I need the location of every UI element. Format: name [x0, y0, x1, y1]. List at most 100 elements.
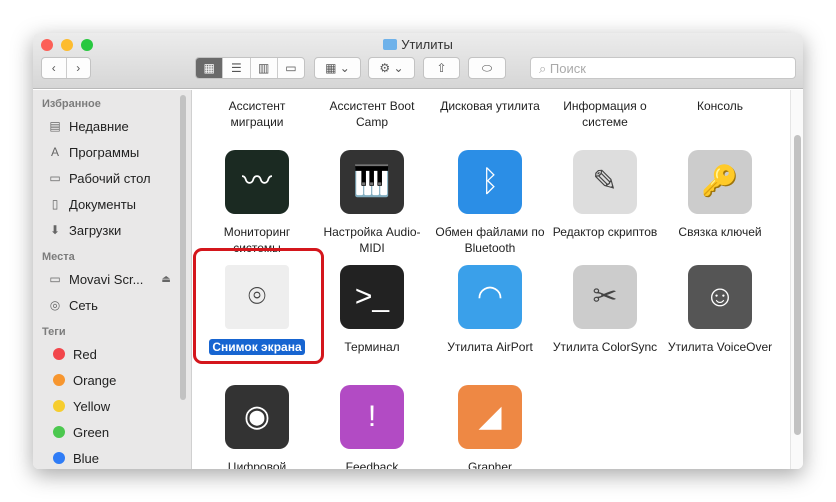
- file-label: Связка ключей: [678, 225, 762, 239]
- forward-button[interactable]: ›: [67, 58, 91, 78]
- activity-monitor-icon: 〰: [225, 150, 289, 214]
- file-label: Консоль: [696, 99, 744, 113]
- file-item[interactable]: ▤Информация о системе: [549, 90, 661, 130]
- network-icon: ◎: [49, 298, 61, 312]
- file-item[interactable]: ◠ Утилита AirPort: [434, 265, 546, 355]
- desktop-icon: ▭: [49, 171, 61, 185]
- feedback-icon: !: [340, 385, 404, 449]
- share-button[interactable]: ⇧: [423, 57, 460, 79]
- view-switcher: ▦ ☰ ▥ ▭: [195, 57, 305, 79]
- file-item[interactable]: ▮Консоль: [664, 90, 776, 114]
- file-item[interactable]: ▣Ассистент Boot Camp: [316, 90, 428, 130]
- file-label: Настройка Audio-MIDI: [323, 225, 421, 255]
- bluetooth-icon: ᛒ: [458, 150, 522, 214]
- label: Movavi Scr...: [69, 271, 144, 287]
- eject-icon[interactable]: ⏏: [161, 274, 170, 285]
- sidebar-tag-yellow[interactable]: Yellow: [33, 393, 191, 419]
- file-item[interactable]: 〰 Мониторинг системы: [201, 150, 313, 256]
- terminal-icon: >_: [340, 265, 404, 329]
- sidebar-item-disk[interactable]: ▭ Movavi Scr... ⏏: [33, 266, 191, 292]
- grapher-icon: ◢: [458, 385, 522, 449]
- file-item[interactable]: ᛒ Обмен файлами по Bluetooth: [434, 150, 546, 256]
- airport-icon: ◠: [458, 265, 522, 329]
- file-label: Дисковая утилита: [440, 99, 540, 113]
- highlight-frame: [193, 248, 324, 364]
- label: Green: [73, 424, 110, 440]
- tag-dot-icon: [53, 452, 65, 464]
- finder-window: Утилиты ‹ › ▦ ☰ ▥ ▭ ▦ ⌄ ⚙ ⌄ ⇧ ⬭ ⌕ Поиск Избр…: [33, 33, 803, 469]
- script-editor-icon: ✎: [573, 150, 637, 214]
- file-item[interactable]: ◢ Grapher: [434, 385, 546, 469]
- label: Blue: [73, 450, 100, 466]
- file-label: Утилита AirPort: [447, 340, 533, 354]
- label: Загрузки: [69, 222, 122, 238]
- sidebar-tag-blue[interactable]: Blue: [33, 445, 191, 469]
- nav-buttons: ‹ ›: [41, 57, 91, 79]
- file-label: Утилита VoiceOver: [667, 340, 773, 354]
- sidebar-item-recents[interactable]: ▤ Недавние: [33, 113, 191, 139]
- icon-view-button[interactable]: ▦: [196, 58, 224, 78]
- favorites-header: Избранное: [42, 98, 101, 110]
- sidebar-item-downloads[interactable]: ⬇ Загрузки: [33, 217, 191, 243]
- content-scrollbar[interactable]: [790, 90, 803, 469]
- sidebar: Избранное ▤ Недавние A Программы ▭ Рабочий …: [33, 90, 192, 469]
- sidebar-tag-green[interactable]: Green: [33, 419, 191, 445]
- label: Программы: [69, 144, 140, 160]
- file-label: Редактор скриптов: [552, 225, 658, 239]
- file-label: Ассистент миграции: [228, 99, 286, 129]
- gallery-view-button[interactable]: ▭: [278, 58, 304, 78]
- file-label: Grapher: [467, 460, 513, 469]
- label: Документы: [69, 196, 137, 212]
- sidebar-tag-orange[interactable]: Orange: [33, 367, 191, 393]
- file-item[interactable]: >_ Терминал: [316, 265, 428, 355]
- tag-dot-icon: [53, 400, 65, 412]
- file-item[interactable]: ◍Дисковая утилита: [434, 90, 546, 114]
- sidebar-item-documents[interactable]: ▯ Документы: [33, 191, 191, 217]
- group-button[interactable]: ▦ ⌄: [314, 57, 361, 79]
- file-label: Терминал: [344, 340, 400, 354]
- file-item[interactable]: ! Feedback: [316, 385, 428, 469]
- file-label: Информация о системе: [563, 99, 647, 129]
- file-item[interactable]: ⇆Ассистент миграции: [201, 90, 313, 130]
- back-button[interactable]: ‹: [42, 58, 67, 78]
- column-view-button[interactable]: ▥: [251, 58, 278, 78]
- sidebar-scrollbar[interactable]: [180, 95, 186, 400]
- sidebar-item-desktop[interactable]: ▭ Рабочий стол: [33, 165, 191, 191]
- voiceover-icon: ☺: [688, 265, 752, 329]
- digital-color-meter-icon: ◉: [225, 385, 289, 449]
- tags-header: Теги: [42, 326, 66, 338]
- label: Orange: [73, 372, 117, 388]
- title-text: Утилиты: [401, 37, 453, 52]
- file-item[interactable]: ◉ Цифровой: [201, 385, 313, 469]
- label: Сеть: [69, 297, 98, 313]
- file-item[interactable]: 🎹 Настройка Audio-MIDI: [316, 150, 428, 256]
- tag-dot-icon: [53, 348, 65, 360]
- toolbar: Утилиты ‹ › ▦ ☰ ▥ ▭ ▦ ⌄ ⚙ ⌄ ⇧ ⬭ ⌕ Поиск: [33, 33, 803, 89]
- sidebar-tag-red[interactable]: Red: [33, 341, 191, 367]
- action-gear-button[interactable]: ⚙ ⌄: [368, 57, 415, 79]
- file-item[interactable]: 🔑 Связка ключей: [664, 150, 776, 240]
- file-item[interactable]: ✎ Редактор скриптов: [549, 150, 661, 240]
- file-label: Ассистент Boot Camp: [329, 99, 415, 129]
- label: Yellow: [73, 398, 111, 414]
- tag-dot-icon: [53, 426, 65, 438]
- label: Red: [73, 346, 97, 362]
- file-item[interactable]: ☺ Утилита VoiceOver: [664, 265, 776, 355]
- tags-button[interactable]: ⬭: [468, 57, 506, 79]
- file-label: Feedback: [345, 460, 399, 469]
- applications-icon: A: [50, 145, 59, 159]
- label: Рабочий стол: [69, 170, 151, 186]
- places-header: Места: [42, 251, 75, 263]
- tag-dot-icon: [53, 374, 65, 386]
- file-label: Обмен файлами по Bluetooth: [435, 225, 545, 255]
- folder-icon: [383, 39, 398, 50]
- window-title: Утилиты: [33, 37, 803, 52]
- list-view-button[interactable]: ☰: [223, 58, 251, 78]
- sidebar-item-network[interactable]: ◎ Сеть: [33, 292, 191, 318]
- downloads-icon: ⬇: [49, 223, 61, 237]
- search-input[interactable]: ⌕ Поиск: [530, 57, 796, 79]
- documents-icon: ▯: [51, 197, 59, 211]
- sidebar-item-applications[interactable]: A Программы: [33, 139, 191, 165]
- file-item[interactable]: ✂ Утилита ColorSync: [549, 265, 661, 355]
- file-label: Утилита ColorSync: [552, 340, 658, 354]
